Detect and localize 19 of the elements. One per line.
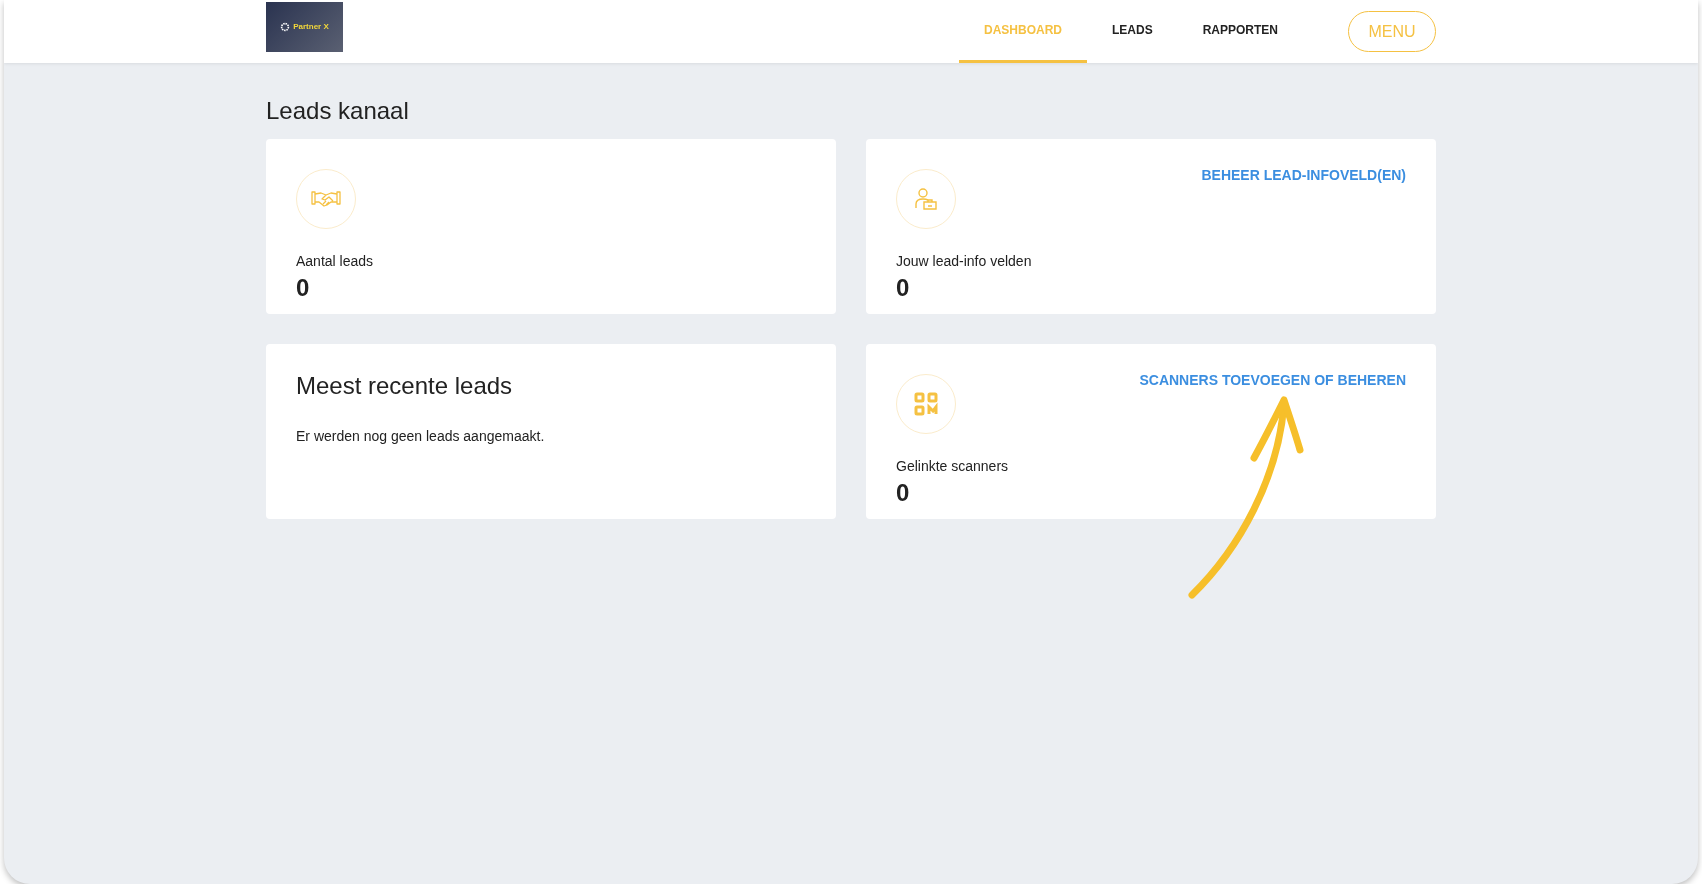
- card-title: Meest recente leads: [296, 372, 513, 400]
- stat-value: 0: [896, 274, 911, 302]
- stat-label: Jouw lead-info velden: [896, 253, 1032, 269]
- nav-tab[interactable]: RAPPORTEN: [1177, 0, 1303, 63]
- stat-value: 0: [896, 479, 911, 507]
- logo-text: Partner X: [293, 22, 329, 31]
- manage-link[interactable]: BEHEER LEAD-INFOVELD(EN): [1201, 167, 1406, 183]
- manage-link[interactable]: SCANNERS TOEVOEGEN OF BEHEREN: [1139, 372, 1406, 388]
- empty-message: Er werden nog geen leads aangemaakt.: [296, 428, 545, 444]
- page-title: Leads kanaal: [266, 97, 409, 125]
- gear-icon: [280, 21, 291, 32]
- handshake-icon: [311, 189, 341, 209]
- stat-label: Gelinkte scanners: [896, 458, 1009, 474]
- stat-value: 0: [296, 274, 311, 302]
- stat-label: Aantal leads: [296, 253, 374, 269]
- nav-tab[interactable]: LEADS: [1087, 0, 1178, 63]
- logo[interactable]: Partner X: [266, 1, 343, 52]
- person-box-icon: [914, 187, 938, 211]
- qr-code-icon: [914, 392, 938, 416]
